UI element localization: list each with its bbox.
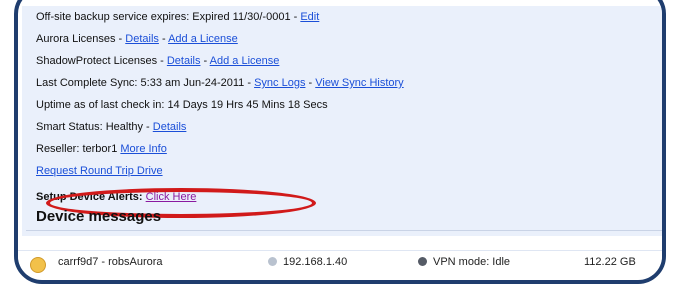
offsite-label: Off-site backup service expires: Expired…	[36, 11, 301, 23]
aurora-add-license-link[interactable]: Add a License	[168, 33, 238, 45]
smart-details-link[interactable]: Details	[153, 121, 187, 133]
shadowprotect-row: ShadowProtect Licenses - Details - Add a…	[36, 54, 279, 68]
request-round-trip-drive-link[interactable]: Request Round Trip Drive	[36, 165, 163, 177]
reseller-row: Reseller: terbor1 More Info	[36, 142, 167, 156]
separator: -	[158, 33, 169, 45]
vpn-status-text: VPN mode: Idle	[433, 256, 511, 268]
device-ip: 192.168.1.40	[268, 256, 347, 268]
shadowprotect-details-link[interactable]: Details	[167, 55, 201, 67]
shadowprotect-add-license-link[interactable]: Add a License	[210, 55, 280, 67]
round-trip-row: Request Round Trip Drive	[36, 164, 163, 178]
device-row[interactable]: carrf9d7 - robsAurora 192.168.1.40 VPN m…	[18, 250, 662, 275]
device-messages-title: Device messages	[36, 208, 162, 225]
edit-offsite-link[interactable]: Edit	[300, 11, 319, 23]
sync-logs-link[interactable]: Sync Logs	[254, 77, 305, 89]
reseller-label: Reseller: terbor1	[36, 143, 121, 155]
setup-alerts-click-here-link[interactable]: Click Here	[146, 191, 197, 203]
offsite-row: Off-site backup service expires: Expired…	[36, 10, 319, 24]
shadowprotect-label: ShadowProtect Licenses -	[36, 55, 167, 67]
smart-status-row: Smart Status: Healthy - Details	[36, 120, 186, 134]
vpn-status-icon	[418, 257, 427, 266]
divider	[26, 230, 662, 231]
network-icon	[268, 257, 277, 266]
screenshot-frame: Off-site backup service expires: Expired…	[14, 0, 666, 284]
separator: -	[200, 55, 210, 67]
reseller-more-info-link[interactable]: More Info	[120, 143, 166, 155]
aurora-row: Aurora Licenses - Details - Add a Licens…	[36, 32, 238, 46]
aurora-label: Aurora Licenses -	[36, 33, 126, 45]
alerts-label: Setup Device Alerts:	[36, 191, 146, 203]
sync-row: Last Complete Sync: 5:33 am Jun-24-2011 …	[36, 76, 404, 90]
separator: -	[305, 77, 316, 89]
view-sync-history-link[interactable]: View Sync History	[315, 77, 403, 89]
uptime-row: Uptime as of last check in: 14 Days 19 H…	[36, 98, 328, 112]
alerts-row: Setup Device Alerts: Click Here	[36, 190, 196, 204]
device-storage-size: 112.22 GB	[584, 256, 636, 268]
vpn-status: VPN mode: Idle	[418, 256, 510, 268]
device-ip-text: 192.168.1.40	[283, 256, 348, 268]
uptime-text: Uptime as of last check in: 14 Days 19 H…	[36, 99, 328, 111]
smart-status-label: Smart Status: Healthy -	[36, 121, 153, 133]
device-info-panel: Off-site backup service expires: Expired…	[22, 6, 662, 236]
sync-label: Last Complete Sync: 5:33 am Jun-24-2011 …	[36, 77, 255, 89]
aurora-details-link[interactable]: Details	[125, 33, 159, 45]
device-name: carrf9d7 - robsAurora	[58, 256, 163, 268]
device-avatar-icon	[30, 257, 46, 273]
